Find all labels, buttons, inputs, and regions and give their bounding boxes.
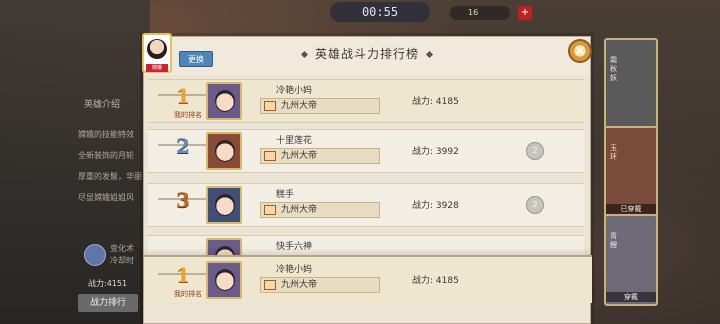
- power-value: 战力: 4185: [412, 97, 459, 107]
- player-name: 十里莲花: [276, 136, 313, 146]
- player-name: 冷艳小妈: [276, 265, 313, 275]
- power-value: 战力: 3992: [412, 147, 459, 157]
- guild-icon: [264, 151, 276, 161]
- hero-desc-line-4: 尽显嫦娥姐姐风: [78, 193, 134, 202]
- skin-name: 青鲤: [610, 232, 617, 249]
- ranking-panel: 英雄战斗力排行榜 嫦娥 更换 × 1 我的排名 冷艳小妈 九州大帝 战力: 41…: [142, 33, 592, 324]
- ranking-row[interactable]: 2 十里莲花 九州大帝 战力: 3992 2: [148, 129, 584, 173]
- player-name: 快手六神: [276, 242, 313, 252]
- power-value: 战力: 4185: [412, 276, 459, 286]
- rank-badge: 3: [158, 188, 208, 222]
- hero-portrait: [206, 82, 242, 120]
- guild-icon: [264, 101, 276, 111]
- close-button[interactable]: ×: [568, 39, 592, 63]
- skin-name: 霜秋妖: [610, 56, 617, 82]
- guild-tag: 九州大帝: [260, 277, 380, 293]
- rank-badge: 1 我的排名: [158, 263, 208, 298]
- left-power-value: 战力:4151: [88, 279, 128, 288]
- hero-portrait: [206, 186, 242, 224]
- hero-desc-line-3: 厚重的发髻，华丽: [78, 172, 142, 181]
- gold-counter: 16: [450, 6, 510, 20]
- hero-intro-label: 英雄介绍: [84, 100, 121, 110]
- ranking-row[interactable]: 3 糕手 九州大帝 战力: 3928 2: [148, 183, 584, 227]
- hero-portrait: [206, 261, 242, 299]
- my-rank-label: 我的排名: [174, 111, 202, 119]
- avatar-face-icon: [147, 39, 167, 59]
- skin-status: 穿戴: [606, 292, 656, 302]
- hero-desc-line-1: 嫦娥的技能特效: [78, 130, 134, 139]
- change-button[interactable]: 更换: [179, 51, 213, 67]
- avatar-tag: 嫦娥: [146, 64, 168, 72]
- achievement-medal-icon[interactable]: 2: [526, 142, 544, 160]
- rank-number: 3: [176, 188, 190, 212]
- my-rank-label: 我的排名: [174, 290, 202, 298]
- skin-card-2[interactable]: 玉环 已穿戴: [604, 126, 658, 218]
- my-rank-bar[interactable]: 1 我的排名 冷艳小妈 九州大帝 战力: 4185: [144, 255, 592, 303]
- skin-name: 玉环: [610, 144, 617, 161]
- player-name: 冷艳小妈: [276, 86, 313, 96]
- hero-desc-line-2: 全新装饰的月轮: [78, 151, 134, 160]
- rank-badge: 2: [158, 134, 208, 168]
- guild-tag: 九州大帝: [260, 148, 380, 164]
- title-ornament-icon: [300, 50, 309, 59]
- skin-status: 已穿戴: [606, 204, 656, 214]
- player-avatar[interactable]: 嫦娥: [142, 33, 172, 73]
- rank-number: 2: [176, 134, 190, 158]
- guild-tag: 九州大帝: [260, 98, 380, 114]
- skin-card-1[interactable]: 霜秋妖: [604, 38, 658, 130]
- power-ranking-tab[interactable]: 战力排行: [78, 294, 138, 312]
- guild-icon: [264, 280, 276, 290]
- top-hud: 00:55 16 +: [330, 2, 540, 22]
- skill-cooldown: 冷却时: [110, 256, 134, 265]
- title-ornament-icon: [425, 50, 434, 59]
- achievement-medal-icon[interactable]: 2: [526, 196, 544, 214]
- ranking-row[interactable]: 1 我的排名 冷艳小妈 九州大帝 战力: 4185: [148, 79, 584, 123]
- add-gold-button[interactable]: +: [518, 6, 532, 20]
- timer: 00:55: [330, 2, 430, 22]
- rank-badge: 1 我的排名: [158, 84, 208, 119]
- skin-card-3[interactable]: 青鲤 穿戴: [604, 214, 658, 306]
- guild-icon: [264, 205, 276, 215]
- hero-portrait: [206, 132, 242, 170]
- skill-icon[interactable]: [84, 244, 106, 266]
- rank-number: 1: [176, 84, 190, 108]
- guild-tag: 九州大帝: [260, 202, 380, 218]
- power-value: 战力: 3928: [412, 201, 459, 211]
- player-name: 糕手: [276, 190, 295, 200]
- rank-number: 1: [176, 263, 190, 287]
